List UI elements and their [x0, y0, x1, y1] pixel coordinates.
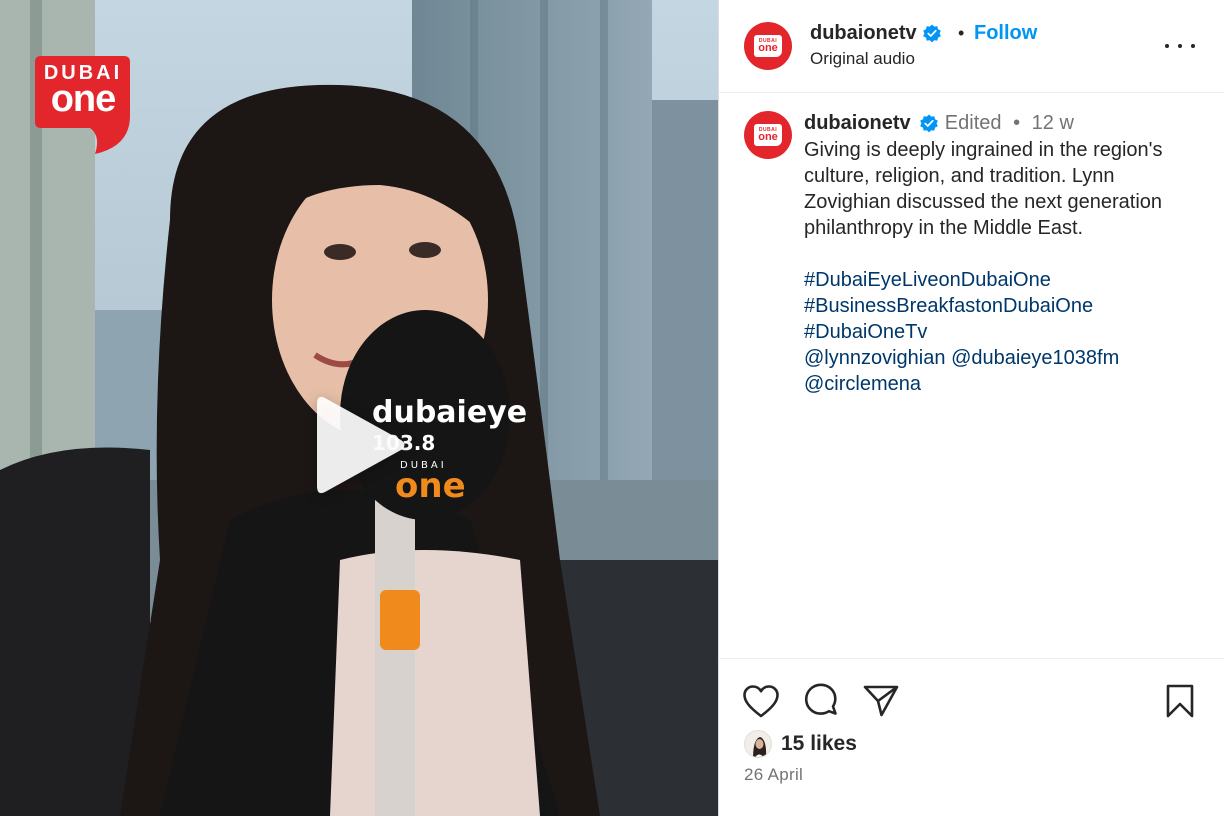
verified-icon — [920, 114, 939, 133]
post-sidebar: DUBAI one dubaionetv • Follow Original a… — [718, 0, 1224, 816]
header-username-row: dubaionetv — [810, 22, 942, 45]
post-header: DUBAI one dubaionetv • Follow Original a… — [719, 0, 1224, 93]
avatar-logo: DUBAI one — [754, 35, 782, 57]
save-button[interactable] — [1160, 681, 1200, 721]
comment-button[interactable] — [801, 681, 841, 721]
caption-avatar[interactable]: DUBAI one — [744, 111, 792, 159]
mention-link[interactable]: @lynnzovighian — [804, 347, 946, 369]
play-icon — [316, 396, 404, 494]
watermark-bottom-text: one — [50, 78, 117, 120]
edited-label: Edited — [944, 112, 1002, 134]
bookmark-icon — [1166, 684, 1194, 718]
more-icon — [1165, 44, 1169, 48]
more-icon — [1178, 44, 1182, 48]
more-options-button[interactable] — [1165, 36, 1195, 56]
follow-button[interactable]: Follow — [974, 22, 1037, 45]
hashtag-link[interactable]: #DubaiOneTv — [804, 319, 1204, 345]
post-date[interactable]: 26 April — [744, 765, 803, 785]
mention-link[interactable]: @dubaieye1038fm — [951, 347, 1119, 369]
liker-avatar[interactable] — [744, 730, 772, 758]
liker-avatar-image — [745, 731, 771, 757]
heart-icon — [743, 684, 779, 717]
caption-text: Giving is deeply ingrained in the region… — [804, 139, 1163, 239]
header-username[interactable]: dubaionetv — [810, 22, 917, 44]
play-button[interactable] — [300, 380, 420, 510]
like-button[interactable] — [741, 681, 781, 721]
audio-label[interactable]: Original audio — [810, 49, 915, 69]
verified-icon — [923, 24, 942, 43]
mention-link[interactable]: @circlemena — [804, 371, 1204, 397]
avatar-logo-main: one — [758, 130, 778, 143]
caption: DUBAI one dubaionetv Edited • 12 w Givin… — [719, 93, 1224, 658]
hashtag-link[interactable]: #DubaiEyeLiveonDubaiOne — [804, 267, 1204, 293]
comment-icon — [804, 683, 837, 715]
post-age[interactable]: 12 w — [1032, 112, 1074, 134]
mentions-line: @lynnzovighian @dubaieye1038fm — [804, 345, 1204, 371]
more-icon — [1191, 44, 1195, 48]
avatar-logo: DUBAI one — [754, 124, 782, 146]
avatar[interactable]: DUBAI one — [744, 22, 792, 70]
caption-body: Giving is deeply ingrained in the region… — [804, 137, 1204, 397]
likes-count[interactable]: 15 likes — [781, 732, 857, 756]
caption-header: dubaionetv Edited • 12 w — [804, 112, 1074, 135]
header-separator: • — [958, 23, 965, 43]
caption-separator: • — [1013, 112, 1021, 134]
caption-username[interactable]: dubaionetv — [804, 112, 911, 134]
share-icon — [863, 685, 899, 717]
likes-row: 15 likes — [744, 729, 857, 759]
action-bar: 15 likes 26 April — [719, 658, 1224, 816]
video-player[interactable]: dubaieye 103.8 DUBAI one DUBAI one — [0, 0, 718, 816]
hashtag-link[interactable]: #BusinessBreakfastonDubaiOne — [804, 293, 1204, 319]
dubai-one-watermark: DUBAI one — [35, 56, 130, 154]
share-button[interactable] — [861, 681, 901, 721]
avatar-logo-main: one — [758, 41, 778, 54]
